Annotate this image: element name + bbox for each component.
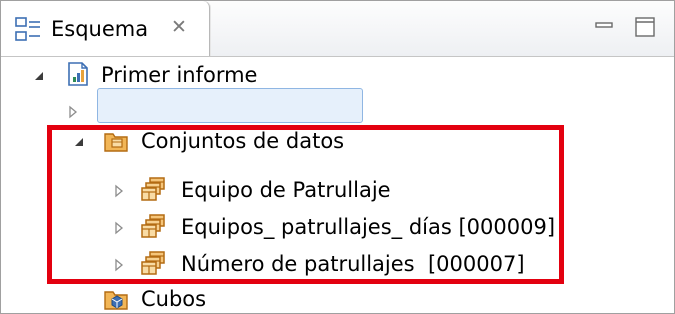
report-icon bbox=[68, 62, 88, 86]
tree-item-label: Equipos_ patrullajes_ días [000009] bbox=[181, 215, 556, 239]
collapsed-arrow-icon[interactable] bbox=[111, 183, 127, 199]
outline-icon bbox=[15, 17, 40, 41]
collapsed-arrow-icon[interactable] bbox=[111, 257, 127, 273]
dataset-icon bbox=[141, 176, 167, 202]
view-tab-bar: Esquema ✕ bbox=[1, 1, 674, 57]
tree-item-label: Cubos bbox=[141, 287, 207, 311]
minimize-icon[interactable] bbox=[592, 15, 616, 39]
tab-esquema[interactable]: Esquema ✕ bbox=[1, 1, 210, 56]
tree-item-equipo-de-patrullaje[interactable]: Equipo de Patrullaje bbox=[1, 172, 674, 208]
collapsed-arrow-icon[interactable] bbox=[111, 220, 127, 236]
maximize-icon[interactable] bbox=[633, 15, 657, 39]
tree-item-label: Conjuntos de datos bbox=[141, 129, 345, 153]
outline-view: Esquema ✕ Primer informe Conjuntos de da… bbox=[0, 0, 675, 314]
expanded-arrow-icon[interactable] bbox=[71, 134, 87, 150]
selection-highlight bbox=[97, 88, 363, 123]
expanded-arrow-icon[interactable] bbox=[31, 68, 47, 84]
tab-title: Esquema bbox=[51, 17, 149, 41]
tree-item-label: Número de patrullajes [000007] bbox=[181, 252, 525, 276]
tree-item-numero-de-patrullajes[interactable]: Número de patrullajes [000007] bbox=[1, 246, 674, 282]
dataset-icon bbox=[141, 250, 167, 276]
tree-item-conjuntos-de-datos[interactable]: Conjuntos de datos bbox=[1, 123, 674, 159]
datasets-folder-icon bbox=[104, 133, 128, 152]
tree-item-cubos[interactable]: Cubos bbox=[1, 281, 674, 313]
cubes-folder-icon bbox=[104, 291, 128, 310]
close-icon[interactable]: ✕ bbox=[171, 14, 187, 40]
dataset-icon bbox=[141, 213, 167, 239]
collapsed-arrow-icon[interactable] bbox=[65, 104, 81, 120]
outline-tree: Primer informe Fuentes de datos Conjunto… bbox=[1, 57, 674, 313]
tree-item-label: Equipo de Patrullaje bbox=[181, 178, 391, 202]
tree-item-equipos-patrullajes-dias[interactable]: Equipos_ patrullajes_ días [000009] bbox=[1, 209, 674, 245]
